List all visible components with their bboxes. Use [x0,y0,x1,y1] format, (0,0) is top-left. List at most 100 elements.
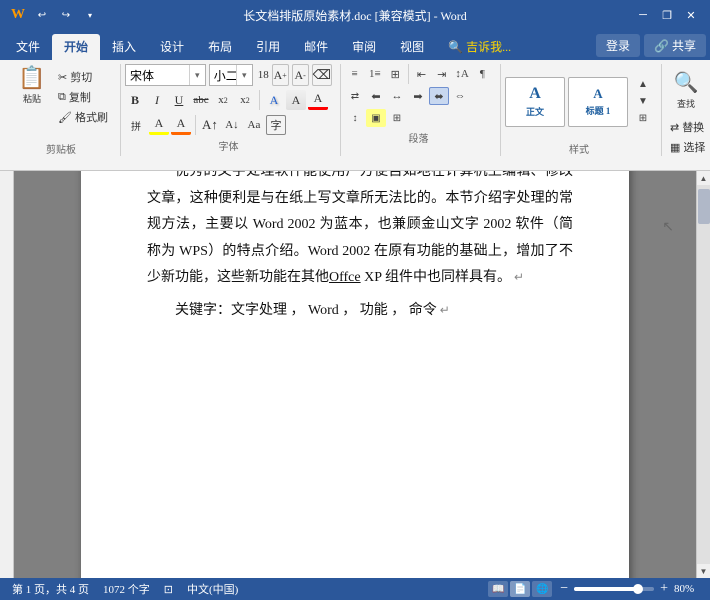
tab-file[interactable]: 文件 [4,34,52,60]
zoom-in-button[interactable]: + [658,581,670,597]
superscript-button[interactable]: x2 [235,90,255,110]
minimize-button[interactable]: ─ [632,4,654,26]
style-scroll-down[interactable]: ▼ [633,94,653,110]
style-scroll-up[interactable]: ▲ [633,77,653,93]
align-right-button[interactable]: ➡ [408,87,428,105]
subscript-button[interactable]: x2 [213,90,233,110]
zoom-out-button[interactable]: − [558,581,570,597]
style-heading1-button[interactable]: A 标题 1 [568,77,628,127]
tab-home[interactable]: 开始 [52,34,100,60]
status-bar: 第 1 页，共 4 页 1072 个字 ⊡ 中文(中国) 📖 📄 🌐 − + 8… [0,578,710,600]
cut-button[interactable]: ✂ 剪切 [54,68,112,86]
show-marks-button[interactable]: ¶ [473,65,492,83]
replace-button[interactable]: ⇄ 替换 [666,118,709,136]
replace-icon: ⇄ [670,121,679,134]
divider [259,90,260,110]
tab-layout[interactable]: 布局 [196,34,244,60]
font-size-display: 18 [258,69,269,81]
distributed-button[interactable]: ⇔ [450,87,470,105]
restore-button[interactable]: ❐ [656,4,678,26]
read-mode-button[interactable]: 📖 [488,581,508,597]
sort-button[interactable]: ↕A [452,65,471,83]
text-bg-color-button[interactable]: A [149,115,169,135]
border-button[interactable]: ⊞ [387,109,407,127]
align-left-button[interactable]: ⬅ [366,87,386,105]
char-border-button[interactable]: 字 [266,115,286,135]
vertical-ruler [0,171,14,578]
bold-button[interactable]: B [125,90,145,110]
scroll-up-button[interactable]: ▲ [697,171,710,185]
track-changes-status[interactable]: ⊡ [160,583,177,596]
find-button[interactable]: 🔍 查找 [666,64,706,116]
text-direction-button[interactable]: ⇄ [345,87,365,105]
tab-references[interactable]: 引用 [244,34,292,60]
scroll-track[interactable] [697,185,710,564]
divider2 [195,115,196,135]
change-case-button[interactable]: Aa [244,115,264,135]
vertical-scrollbar[interactable]: ▲ ▼ [696,171,710,578]
share-button[interactable]: 🔗 共享 [644,34,706,57]
italic-button[interactable]: I [147,90,167,110]
document-area: 关注微信公众号：Word123. 摘要↵ 优秀的文字处理软件能使用户方便自如地在… [0,171,710,578]
tab-mailings[interactable]: 邮件 [292,34,340,60]
highlight-button[interactable]: A [286,90,306,110]
customize-qat-button[interactable]: ▾ [80,5,100,25]
tab-view[interactable]: 视图 [388,34,436,60]
bullet-list-button[interactable]: ≡ [345,65,364,83]
page-view-button[interactable]: 📄 [510,581,530,597]
paste-button[interactable]: 📋 粘贴 [10,64,54,106]
pinyin-button[interactable]: 拼 [125,115,147,135]
tab-review[interactable]: 审阅 [340,34,388,60]
zoom-track[interactable] [574,587,654,591]
web-view-button[interactable]: 🌐 [532,581,552,597]
line-spacing-button[interactable]: ↕ [345,109,365,127]
close-button[interactable]: ✕ [680,4,702,26]
undo-button[interactable]: ↩ [32,5,52,25]
select-button[interactable]: ▦ 选择 [666,138,709,156]
copy-button[interactable]: ⧉ 复制 [54,88,112,106]
font-format-row: B I U abc x2 x2 A A A [125,89,332,111]
scroll-thumb[interactable] [698,189,710,224]
font-group-label: 字体 [125,138,332,153]
font-size-dropdown-arrow[interactable]: ▾ [236,65,252,85]
language-status[interactable]: 中文(中国) [183,581,242,597]
style-more[interactable]: ⊞ [633,111,653,127]
decrease-indent-button[interactable]: ⇤ [412,65,431,83]
scroll-down-button[interactable]: ▼ [697,564,710,578]
redo-button[interactable]: ↪ [56,5,76,25]
increase-font-button[interactable]: A+ [272,64,289,86]
zoom-fill [574,587,638,591]
strikethrough-button[interactable]: abc [191,90,211,110]
text-effect-button[interactable]: A [264,90,284,110]
underline-button[interactable]: U [169,90,189,110]
paragraph-group: ≡ 1≡ ⊞ ⇤ ⇥ ↕A ¶ ⇄ ⬅ ↔ ➡ ⬌ [341,64,501,156]
font-name-dropdown-arrow[interactable]: ▾ [189,65,205,85]
font-color2-button[interactable]: A [171,115,191,135]
font-size-selector[interactable]: 小二 ▾ [209,64,253,86]
word-count-status[interactable]: 1072 个字 [99,581,154,597]
increase-indent-button[interactable]: ⇥ [432,65,451,83]
replace-label: 替换 [682,119,704,135]
style-normal-button[interactable]: A 正文 [505,77,565,127]
tab-insert[interactable]: 插入 [100,34,148,60]
decrease-font-button[interactable]: A- [292,64,309,86]
login-button[interactable]: 登录 [596,34,640,57]
font-name-selector[interactable]: 宋体 ▾ [125,64,206,86]
tab-tellme[interactable]: 🔍 吉诉我... [436,34,523,60]
tab-design[interactable]: 设计 [148,34,196,60]
font-color-button[interactable]: A [308,90,328,110]
justify-button[interactable]: ⬌ [429,87,449,105]
document-scroll-area[interactable]: 关注微信公众号：Word123. 摘要↵ 优秀的文字处理软件能使用户方便自如地在… [14,171,696,578]
numbered-list-button[interactable]: 1≡ [365,65,384,83]
zoom-thumb[interactable] [633,584,643,594]
clear-formatting-button[interactable]: ⌫ [312,64,332,86]
format-painter-icon: 🖌 [58,111,72,124]
shading-button[interactable]: ▣ [366,109,386,127]
shrink-font-button[interactable]: A↓ [222,115,242,135]
format-painter-button[interactable]: 🖌 格式刷 [54,108,112,126]
align-center-button[interactable]: ↔ [387,87,407,105]
page-info[interactable]: 第 1 页，共 4 页 [8,581,93,597]
multilevel-list-button[interactable]: ⊞ [386,65,405,83]
grow-font-button[interactable]: A↑ [200,115,220,135]
page-info-text: 第 1 页，共 4 页 [12,581,89,597]
